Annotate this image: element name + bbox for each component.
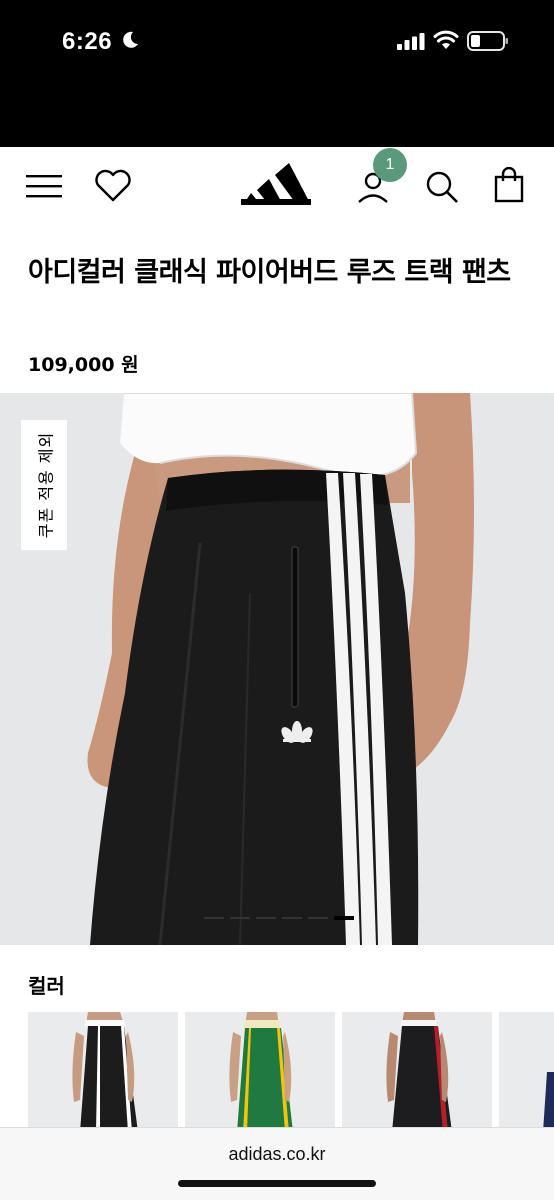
color-swatch-green-yellow[interactable] — [185, 1012, 335, 1132]
carousel-dot[interactable] — [282, 917, 302, 919]
carousel-dot[interactable] — [230, 917, 250, 919]
carousel-dot[interactable] — [308, 917, 328, 919]
wishlist-heart-icon[interactable] — [93, 169, 133, 203]
browser-address-bar[interactable]: adidas.co.kr — [0, 1127, 554, 1200]
product-image[interactable] — [0, 393, 554, 945]
moon-icon — [123, 31, 138, 48]
product-photo-illustration — [0, 393, 554, 945]
wifi-icon — [433, 30, 459, 49]
color-swatch-black-red[interactable] — [342, 1012, 492, 1132]
hamburger-menu-icon[interactable] — [26, 173, 64, 199]
account-notification-badge: 1 — [373, 148, 407, 182]
color-section-title: 컬러 — [28, 974, 65, 998]
color-swatch-black-white[interactable] — [28, 1012, 178, 1132]
coupon-excluded-tag: 쿠폰 적용 제외 — [21, 420, 67, 550]
home-indicator[interactable] — [178, 1180, 376, 1187]
status-bar: 6:26 — [0, 0, 554, 147]
carousel-dot[interactable] — [256, 917, 276, 919]
search-icon[interactable] — [424, 169, 460, 205]
status-time: 6:26 — [62, 28, 113, 55]
color-swatch-navy[interactable] — [499, 1012, 554, 1132]
carousel-dot[interactable] — [204, 917, 224, 919]
product-title: 아디컬러 클래식 파이어버드 루즈 트랙 팬츠 — [28, 257, 511, 288]
site-header — [0, 147, 554, 227]
battery-icon — [467, 31, 508, 51]
adidas-logo[interactable] — [241, 161, 311, 209]
shopping-bag-icon[interactable] — [494, 167, 524, 203]
product-price: 109,000 원 — [28, 354, 139, 376]
coupon-tag-label: 쿠폰 적용 제외 — [36, 431, 55, 539]
url-text[interactable]: adidas.co.kr — [0, 1144, 554, 1165]
color-swatch-list — [28, 1012, 554, 1132]
carousel-dot-active[interactable] — [334, 916, 354, 920]
image-carousel-indicator[interactable] — [204, 916, 354, 920]
cellular-signal-icon — [397, 33, 425, 50]
